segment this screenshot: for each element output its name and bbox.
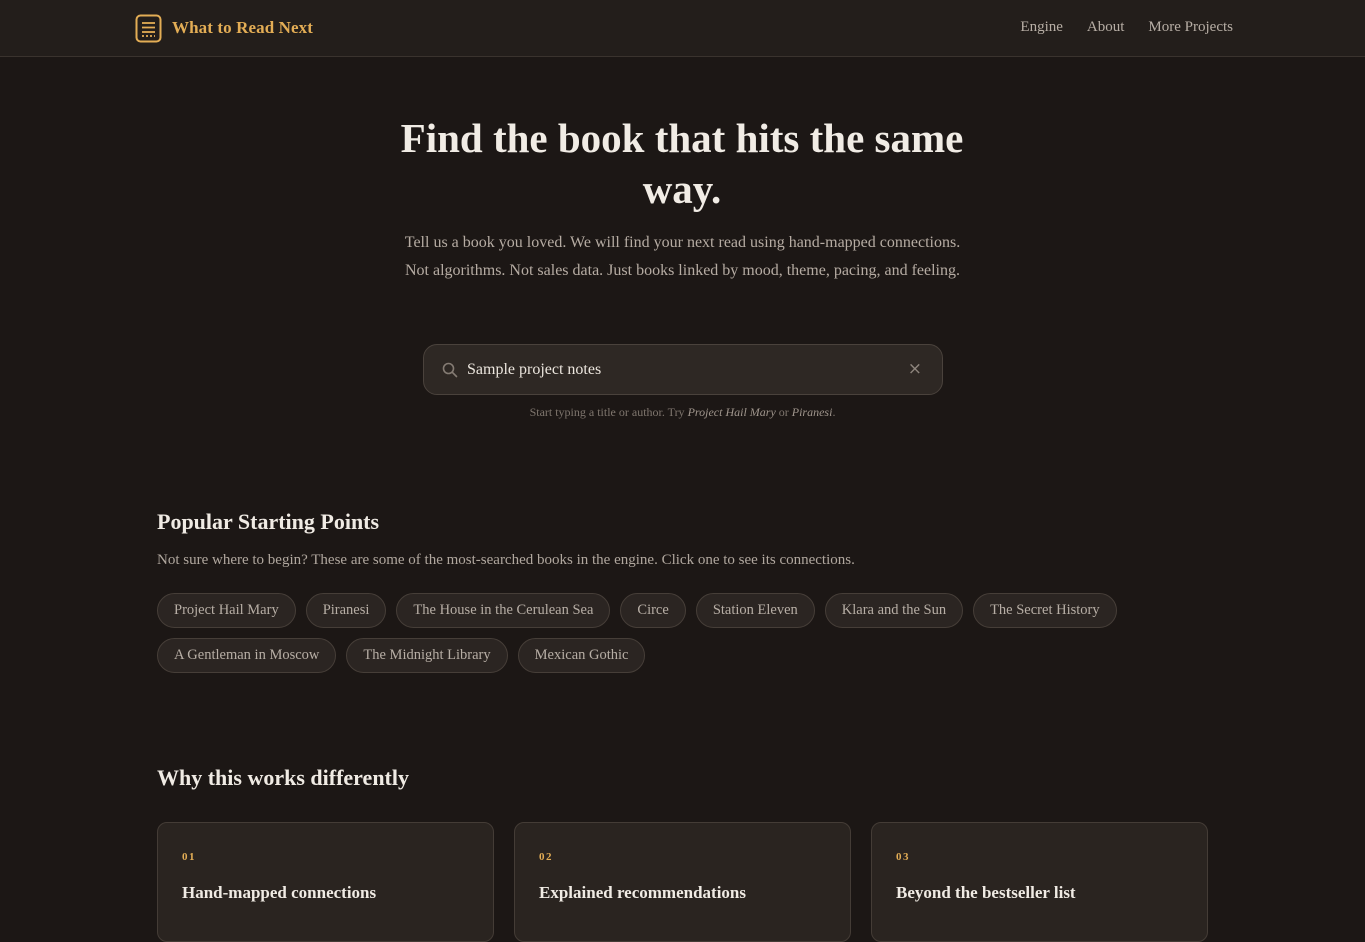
search-hint: Start typing a title or author. Try Proj… [400,405,965,420]
hint-prefix: Start typing a title or author. Try [529,405,688,419]
book-chip[interactable]: The Midnight Library [346,638,508,673]
card-title: Beyond the bestseller list [896,883,1076,902]
book-chip[interactable]: The Secret History [973,593,1117,628]
brand-link[interactable]: What to Read Next [135,13,313,43]
book-chip[interactable]: Piranesi [305,593,387,628]
book-chip[interactable]: Mexican Gothic [517,638,646,673]
top-bar: What to Read Next Engine About More Proj… [0,0,1365,57]
why-section-title: Why this works differently [157,765,409,790]
hint-suffix: . [832,405,836,419]
feature-card: 01 Hand-mapped connections [157,822,494,942]
main-nav: Engine About More Projects [1020,19,1233,36]
book-chip[interactable]: Circe [620,593,686,628]
card-title: Explained recommendations [539,883,747,902]
hero-title: Find the book that hits the same way. [400,115,964,212]
card-number: 02 [539,851,553,863]
book-chip[interactable]: The House in the Cerulean Sea [396,593,611,628]
nav-about[interactable]: About [1087,19,1125,36]
card-number: 01 [182,851,196,863]
hero-subtitle: Tell us a book you loved. We will find y… [404,234,961,279]
hint-or: or [775,405,792,419]
book-chip[interactable]: Station Eleven [695,593,815,628]
book-chip[interactable]: A Gentleman in Moscow [157,638,337,673]
card-number: 03 [896,851,910,863]
search-icon [441,361,459,379]
feature-card: 02 Explained recommendations [514,822,851,942]
feature-cards: 01 Hand-mapped connections 02 Explained … [157,822,1208,942]
book-chip[interactable]: Project Hail Mary [157,593,296,628]
search-input[interactable] [467,357,887,383]
book-list-icon [135,14,162,43]
popular-books-list: Project Hail Mary Piranesi The House in … [157,593,1157,673]
card-title: Hand-mapped connections [182,883,377,902]
book-chip[interactable]: Klara and the Sun [824,593,964,628]
feature-card: 03 Beyond the bestseller list [871,822,1208,942]
nav-more-projects[interactable]: More Projects [1148,19,1233,36]
close-icon[interactable]: × [908,359,922,379]
search-box[interactable]: × [423,344,943,395]
hint-example-1: Project Hail Mary [687,405,776,419]
hint-example-2: Piranesi [791,405,833,419]
popular-section-description: Not sure where to begin? These are some … [157,552,855,568]
brand-title: What to Read Next [172,18,313,37]
popular-section-title: Popular Starting Points [157,509,380,534]
nav-engine[interactable]: Engine [1020,19,1063,36]
